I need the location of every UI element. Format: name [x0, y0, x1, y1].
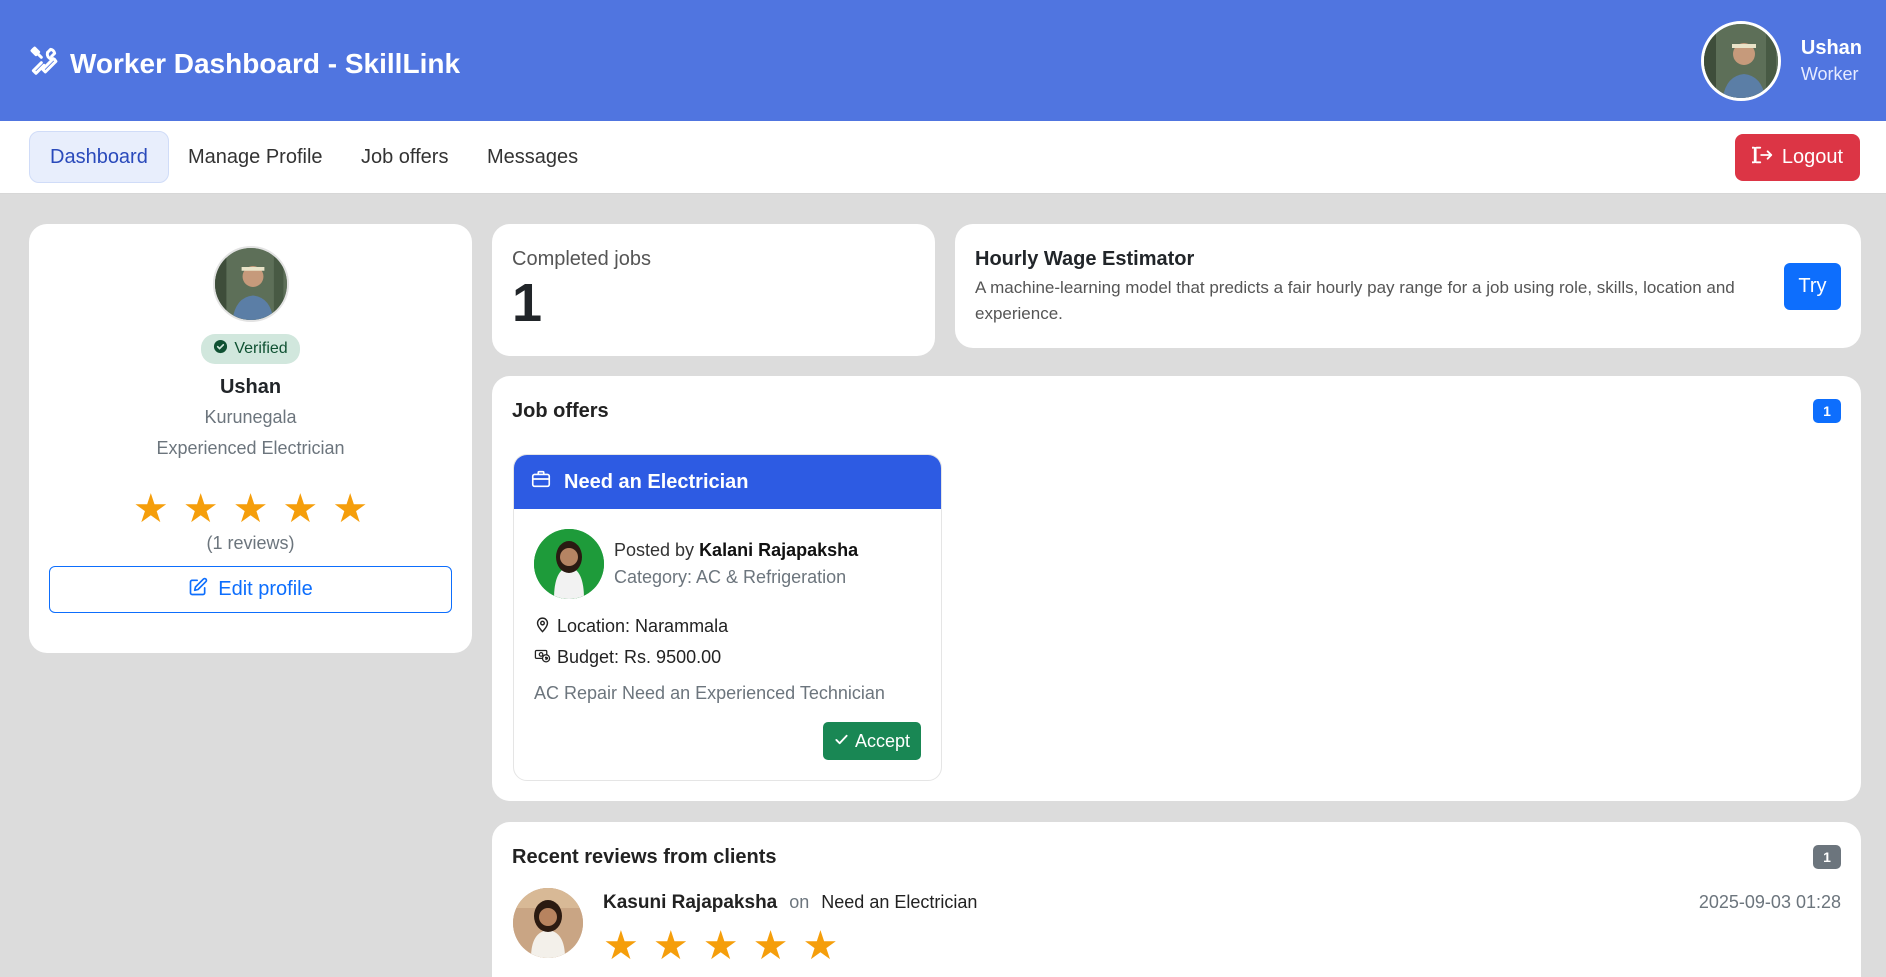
completed-jobs-label: Completed jobs [512, 248, 651, 270]
logout-label: Logout [1781, 146, 1844, 168]
user-name: Ushan [1800, 37, 1862, 59]
user-role: Worker [1800, 64, 1859, 84]
estimator-title: Hourly Wage Estimator [975, 248, 1195, 270]
reviews-title: Recent reviews from clients [512, 846, 777, 868]
accept-job-button[interactable]: Accept [823, 722, 921, 760]
posted-by-prefix: Posted by [614, 540, 700, 560]
edit-icon [188, 577, 218, 603]
job-budget: Budget: Rs. 9500.00 [557, 647, 722, 667]
tab-job-offers[interactable]: Job offers [341, 131, 468, 183]
app-brand[interactable]: Worker Dashboard - SkillLink [28, 44, 460, 83]
job-offers-count-badge: 1 [1813, 399, 1841, 423]
logout-button[interactable]: Logout [1735, 134, 1860, 181]
wage-estimator-card: Hourly Wage Estimator A machine-learning… [955, 224, 1861, 348]
reviewer-avatar [513, 888, 583, 958]
job-offer-item: Need an Electrician Posted by Kalani Raj… [513, 454, 942, 781]
job-location: Location: Narammala [557, 616, 729, 636]
reviews-card: Recent reviews from clients 1 Kasuni Raj… [492, 822, 1861, 977]
cash-icon [534, 647, 557, 669]
poster-line: Posted by Kalani Rajapaksha [614, 537, 858, 564]
estimator-description: A machine-learning model that predicts a… [975, 278, 1735, 323]
job-category: Category: AC & Refrigeration [614, 567, 847, 587]
review-date: 2025-09-03 01:28 [1698, 892, 1841, 912]
tab-messages[interactable]: Messages [467, 131, 598, 183]
review-on-label: on [789, 892, 810, 912]
check-icon [834, 731, 855, 752]
profile-city: Kurunegala [204, 407, 297, 427]
tab-manage-profile[interactable]: Manage Profile [168, 131, 343, 183]
accept-label: Accept [854, 730, 911, 751]
profile-name: Ushan [219, 376, 282, 398]
poster-avatar [534, 529, 604, 599]
user-avatar [1700, 21, 1781, 101]
poster-name: Kalani Rajapaksha [699, 540, 859, 560]
try-estimator-button[interactable]: Try [1784, 263, 1841, 310]
completed-jobs-value: 1 [512, 273, 543, 333]
tools-icon [28, 44, 70, 83]
job-offers-title: Job offers [512, 400, 609, 422]
logout-icon [1749, 144, 1782, 172]
tab-dashboard[interactable]: Dashboard [29, 131, 169, 183]
reviews-count-badge: 1 [1813, 845, 1841, 869]
app-header: Worker Dashboard - SkillLink Ushan Worke… [0, 0, 1886, 121]
verified-badge: Verified [201, 334, 300, 364]
job-offer-title: Need an Electrician [564, 470, 749, 493]
profile-review-count: (1 reviews) [206, 533, 295, 553]
profile-card: Verified Ushan Kurunegala Experienced El… [29, 224, 472, 653]
review-job-name: Need an Electrician [821, 892, 978, 912]
job-offers-card: Job offers 1 Need an Electrician Posted … [492, 376, 1861, 801]
user-menu[interactable]: Ushan Worker [1700, 21, 1862, 101]
location-pin-icon [534, 616, 557, 638]
edit-profile-button[interactable]: Edit profile [49, 566, 452, 613]
briefcase-icon [530, 468, 564, 496]
check-badge-icon [213, 339, 234, 359]
review-rating-stars: ★★★★★ [603, 924, 853, 968]
app-title: Worker Dashboard - SkillLink [70, 47, 461, 79]
edit-profile-label: Edit profile [218, 578, 313, 600]
profile-title: Experienced Electrician [156, 438, 345, 458]
reviewer-name: Kasuni Rajapaksha [603, 892, 778, 913]
main-nav: Dashboard Manage Profile Job offers Mess… [0, 121, 1886, 194]
profile-avatar [212, 246, 289, 322]
profile-rating-stars: ★★★★★ [132, 487, 383, 531]
job-description: AC Repair Need an Experienced Technician [534, 683, 885, 703]
completed-jobs-card: Completed jobs 1 [492, 224, 935, 356]
verified-label: Verified [234, 340, 288, 357]
job-offer-header: Need an Electrician [514, 455, 941, 509]
